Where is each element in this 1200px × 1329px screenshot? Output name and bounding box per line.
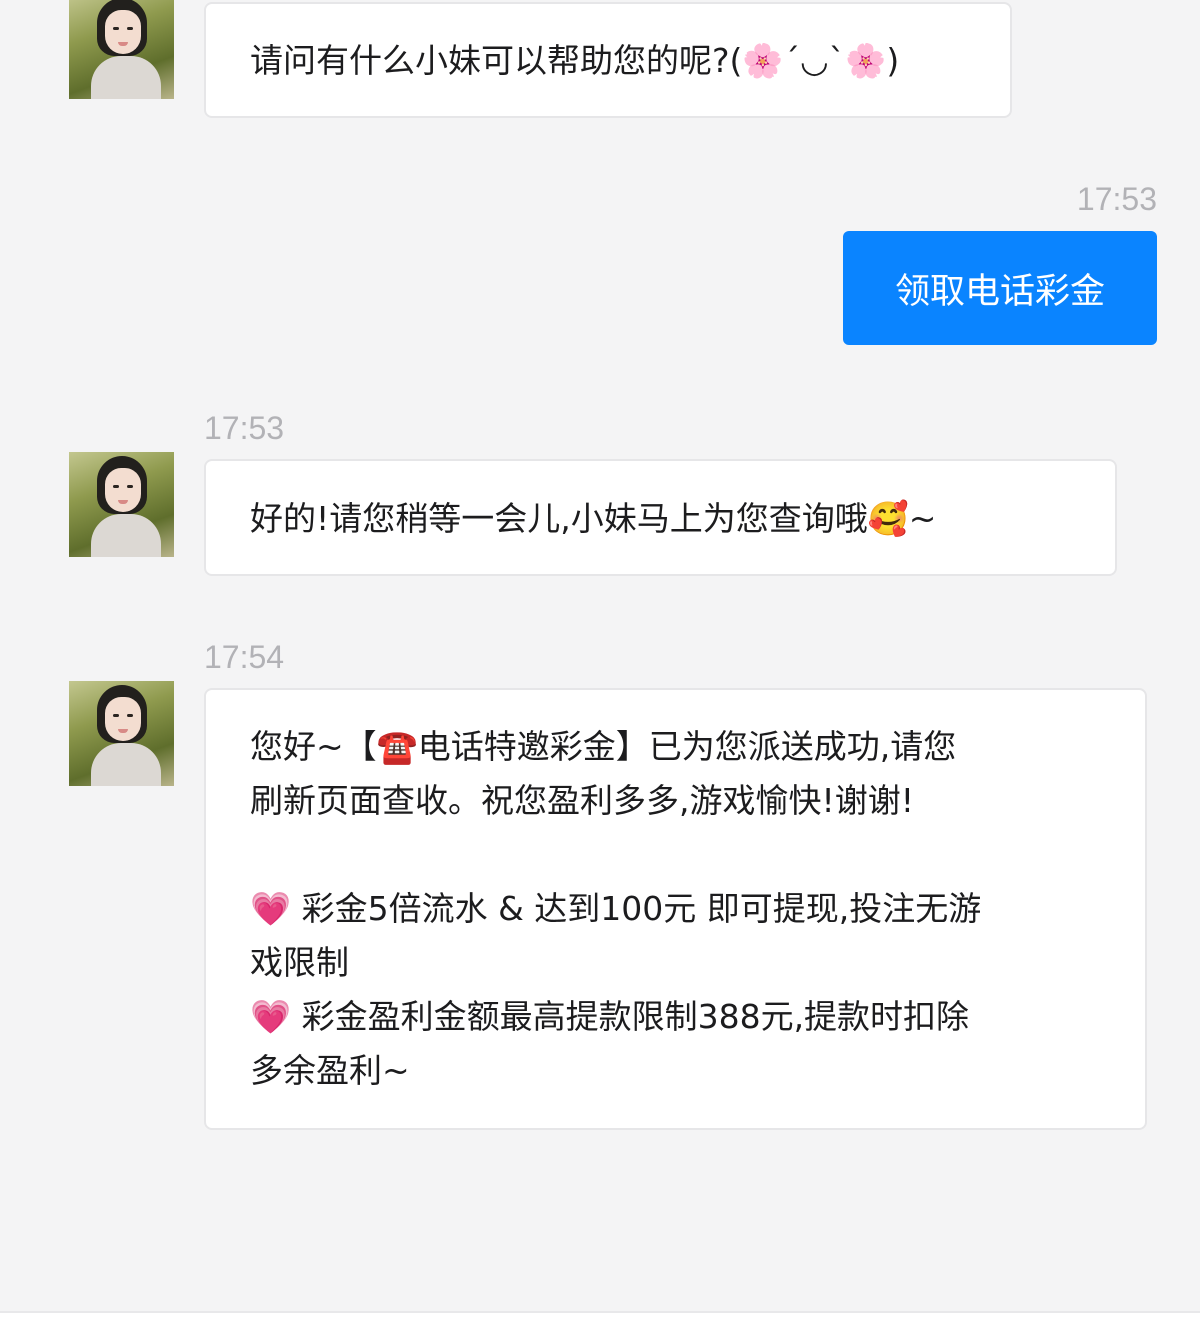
- message-text: 好的!请您稍等一会儿,小妹马上为您查询哦🥰~: [250, 499, 937, 538]
- agent-message-bubble[interactable]: 好的!请您稍等一会儿,小妹马上为您查询哦🥰~: [204, 459, 1117, 576]
- agent-avatar[interactable]: [69, 681, 174, 786]
- message-text: 请问有什么小妹可以帮助您的呢?(🌸´◡`🌸): [250, 41, 900, 80]
- input-bar-edge: [0, 1313, 1200, 1329]
- message-text: 您好~【☎️电话特邀彩金】已为您派送成功,请您 刷新页面查收。祝您盈利多多,游戏…: [250, 727, 982, 1090]
- agent-message-bubble[interactable]: 请问有什么小妹可以帮助您的呢?(🌸´◡`🌸): [204, 2, 1012, 118]
- message-timestamp: 17:53: [1076, 181, 1157, 217]
- agent-message-bubble[interactable]: 您好~【☎️电话特邀彩金】已为您派送成功,请您 刷新页面查收。祝您盈利多多,游戏…: [204, 688, 1147, 1130]
- user-message-bubble[interactable]: 领取电话彩金: [843, 231, 1157, 345]
- message-text: 领取电话彩金: [894, 271, 1105, 312]
- agent-avatar[interactable]: [69, 452, 174, 557]
- agent-avatar[interactable]: [69, 0, 174, 99]
- message-timestamp: 17:54: [204, 639, 285, 675]
- message-timestamp: 17:53: [204, 410, 285, 446]
- chat-thread: 请问有什么小妹可以帮助您的呢?(🌸´◡`🌸) 17:53 领取电话彩金 17:5…: [0, 0, 1200, 1312]
